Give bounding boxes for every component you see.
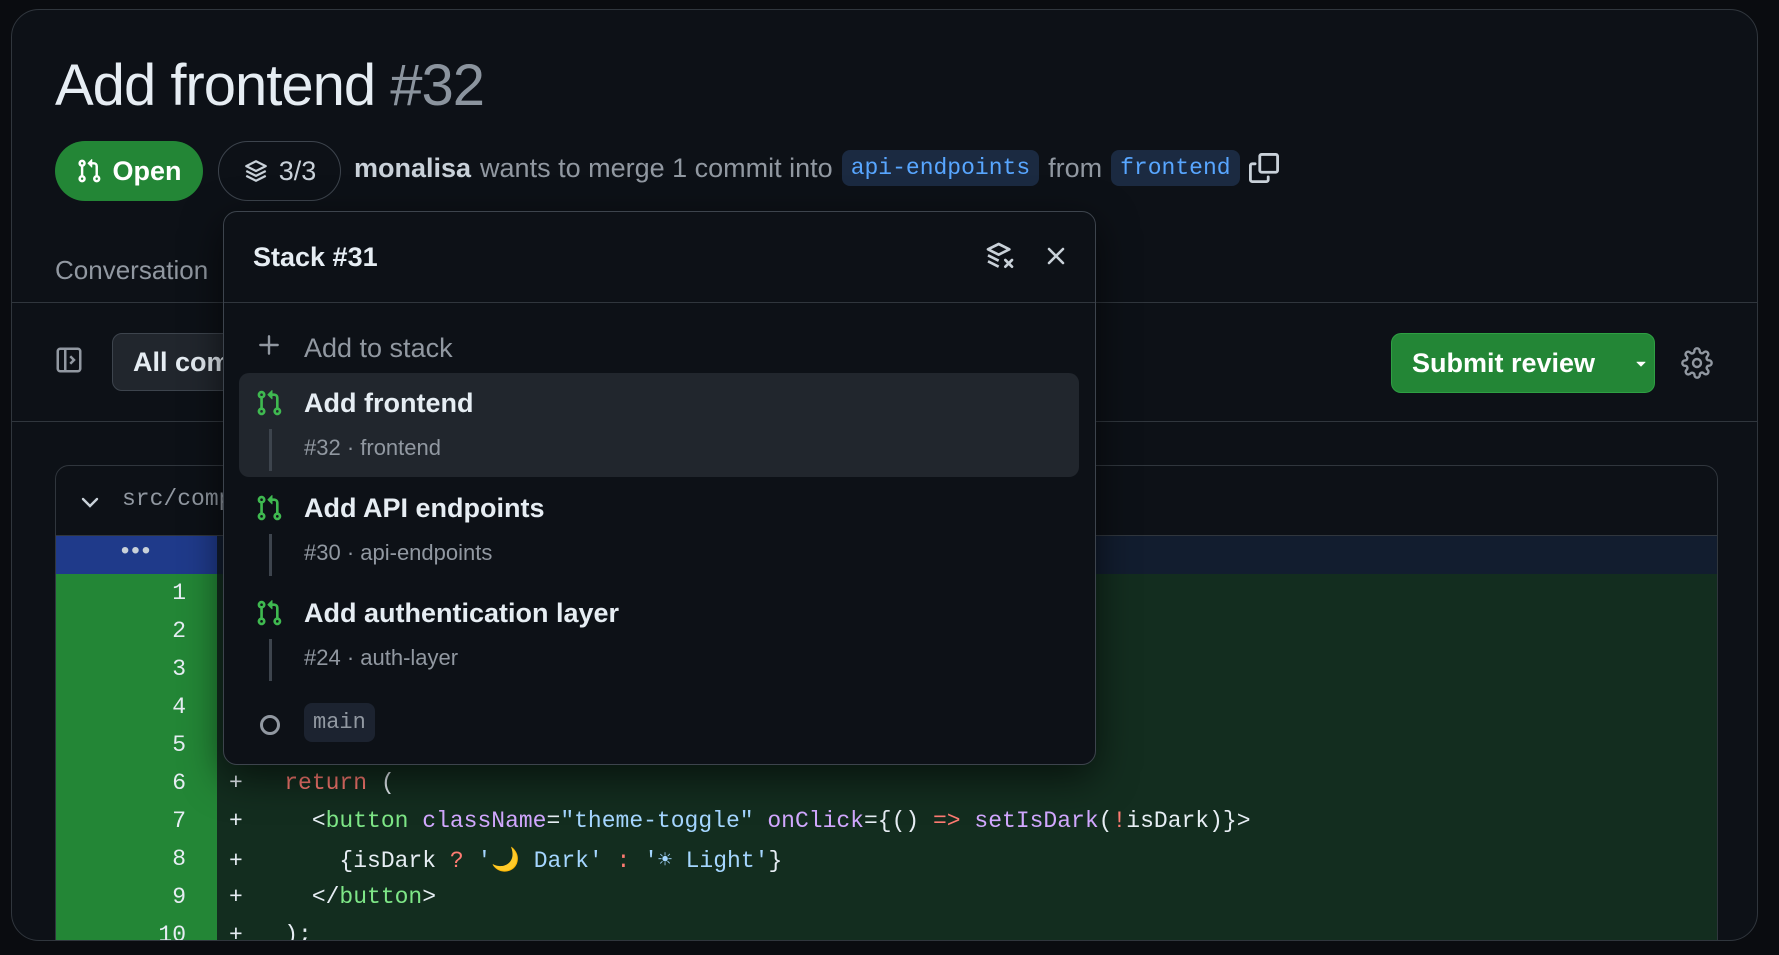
- code-line: + {isDark ? '🌙 Dark' : '☀ Light'}: [229, 848, 783, 874]
- caret-down-icon[interactable]: [1631, 353, 1651, 373]
- line-number[interactable]: 10: [56, 922, 186, 940]
- line-number[interactable]: 3: [56, 656, 186, 682]
- stack-connector: [269, 534, 272, 576]
- stack-connector: [269, 429, 272, 471]
- stack-item-title: Add authentication layer: [304, 598, 620, 628]
- line-number[interactable]: 4: [56, 694, 186, 720]
- stack-item[interactable]: Add API endpoints #30 · api-endpoints: [239, 478, 1079, 582]
- plus-icon: [259, 335, 279, 355]
- gear-icon[interactable]: [1681, 347, 1713, 379]
- popover-title: Stack #31: [253, 242, 378, 272]
- head-branch[interactable]: frontend: [1111, 150, 1240, 186]
- stack-item[interactable]: Add frontend #32 · frontend: [239, 373, 1079, 477]
- base-circle-icon: [260, 715, 280, 735]
- chevron-down-icon[interactable]: [78, 490, 102, 514]
- stack-item[interactable]: Add authentication layer #24 · auth-laye…: [239, 583, 1079, 687]
- stack-icon: [244, 160, 267, 182]
- copy-icon[interactable]: [1248, 153, 1279, 183]
- code-line: + <button className="theme-toggle" onCli…: [229, 808, 1251, 834]
- merge-summary: monalisa wants to merge 1 commit into ap…: [354, 150, 1279, 186]
- line-number[interactable]: 6: [56, 770, 186, 796]
- sidebar-toggle-icon[interactable]: [54, 345, 84, 375]
- pull-request-icon: [257, 600, 282, 626]
- pr-number: #32: [390, 53, 485, 118]
- code-line: + return (: [229, 770, 395, 796]
- line-number[interactable]: 8: [56, 846, 186, 872]
- base-branch-label[interactable]: main: [304, 703, 375, 742]
- unstack-icon[interactable]: [984, 240, 1016, 272]
- stack-connector: [269, 639, 272, 681]
- tab-conversation[interactable]: Conversation: [55, 255, 208, 286]
- line-number[interactable]: 9: [56, 884, 186, 910]
- author-link[interactable]: monalisa: [354, 153, 471, 184]
- add-to-stack-button[interactable]: Add to stack: [224, 322, 1095, 372]
- expand-hunk-button[interactable]: •••: [56, 536, 217, 574]
- code-line: + );: [229, 922, 312, 941]
- submit-review-button[interactable]: Submit review: [1391, 333, 1655, 393]
- app-window: Add frontend #32 Open 3/3 monalisa wants…: [11, 9, 1758, 941]
- pull-request-icon: [257, 390, 282, 416]
- line-number[interactable]: 5: [56, 732, 186, 758]
- stack-item-title: Add frontend: [304, 388, 474, 418]
- stack-item-title: Add API endpoints: [304, 493, 545, 523]
- stack-item-subtitle: #30 · api-endpoints: [304, 540, 493, 565]
- line-number[interactable]: 2: [56, 618, 186, 644]
- pull-request-icon: [257, 495, 282, 521]
- base-branch[interactable]: api-endpoints: [841, 150, 1040, 186]
- popover-header: Stack #31: [224, 212, 1095, 303]
- stack-item-subtitle: #24 · auth-layer: [304, 645, 459, 670]
- line-number[interactable]: 7: [56, 808, 186, 834]
- stack-popover: Stack #31 Add to stack Add frontend #32 …: [223, 211, 1096, 765]
- status-badge-open: Open: [55, 141, 203, 201]
- close-icon[interactable]: [1042, 242, 1070, 270]
- stack-base: main: [224, 701, 1095, 745]
- code-line: + </button>: [229, 884, 437, 910]
- stack-item-subtitle: #32 · frontend: [304, 435, 441, 460]
- pull-request-icon: [78, 158, 101, 183]
- line-number[interactable]: 1: [56, 580, 186, 606]
- stack-button[interactable]: 3/3: [218, 141, 341, 201]
- pr-title: Add frontend #32: [55, 53, 485, 118]
